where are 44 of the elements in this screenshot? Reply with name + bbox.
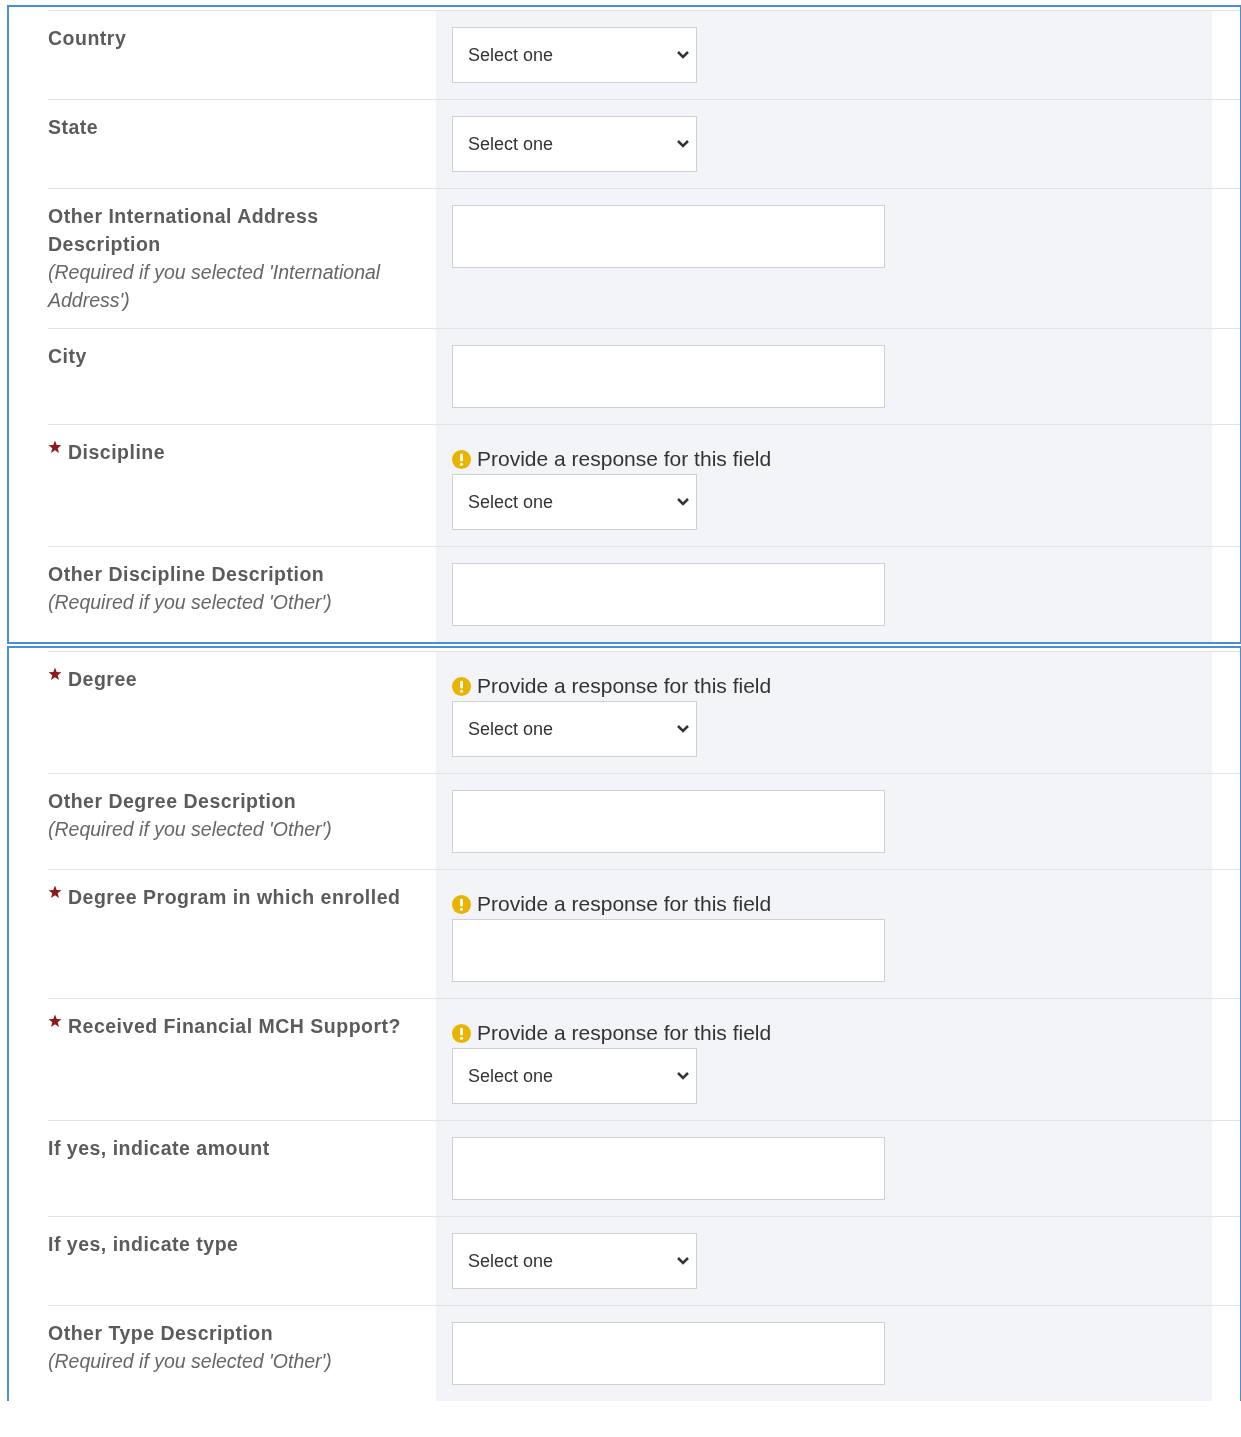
field-label: State [48,115,99,140]
warning-icon [452,894,471,914]
warning-icon [452,676,471,696]
chevron-icon [676,50,690,60]
input-field[interactable] [452,1322,885,1385]
chevron-icon [676,1256,690,1266]
input-field[interactable] [452,790,885,853]
select-field[interactable]: Select one [452,701,697,757]
error-message: Provide a response for this field [477,1020,772,1046]
select-field[interactable]: Select one [452,1233,697,1289]
select-field[interactable]: Select one [452,1048,697,1104]
chevron-icon [676,1071,690,1081]
field-label: Other International Address Description [48,204,320,257]
select-field[interactable]: Select one [452,27,697,83]
error-message: Provide a response for this field [477,891,772,917]
field-label: Degree [68,667,138,692]
error-message: Provide a response for this field [477,446,772,472]
field-label: Received Financial MCH Support? [68,1014,401,1039]
field-label: Other Type Description [48,1321,274,1346]
field-label: If yes, indicate amount [48,1136,270,1161]
input-field[interactable] [452,345,885,408]
select-field[interactable]: Select one [452,116,697,172]
field-label: Other Discipline Description [48,562,325,587]
field-label: Degree Program in which enrolled [68,885,401,910]
input-field[interactable] [452,1137,885,1200]
input-field[interactable] [452,205,885,268]
field-hint: (Required if you selected 'International Address') [48,260,382,313]
input-field[interactable] [452,563,885,626]
chevron-icon [676,497,690,507]
field-hint: (Required if you selected 'Other') [48,817,333,842]
field-hint: (Required if you selected 'Other') [48,590,333,615]
field-label: If yes, indicate type [48,1232,239,1257]
input-field[interactable] [452,919,885,982]
field-label: City [48,344,87,369]
field-hint: (Required if you selected 'Other') [48,1349,333,1374]
field-label: Discipline [68,440,166,465]
warning-icon [452,449,471,469]
warning-icon [452,1023,471,1043]
error-message: Provide a response for this field [477,673,772,699]
field-label: Other Degree Description [48,789,297,814]
chevron-icon [676,724,690,734]
select-field[interactable]: Select one [452,474,697,530]
chevron-icon [676,139,690,149]
field-label: Country [48,26,127,51]
